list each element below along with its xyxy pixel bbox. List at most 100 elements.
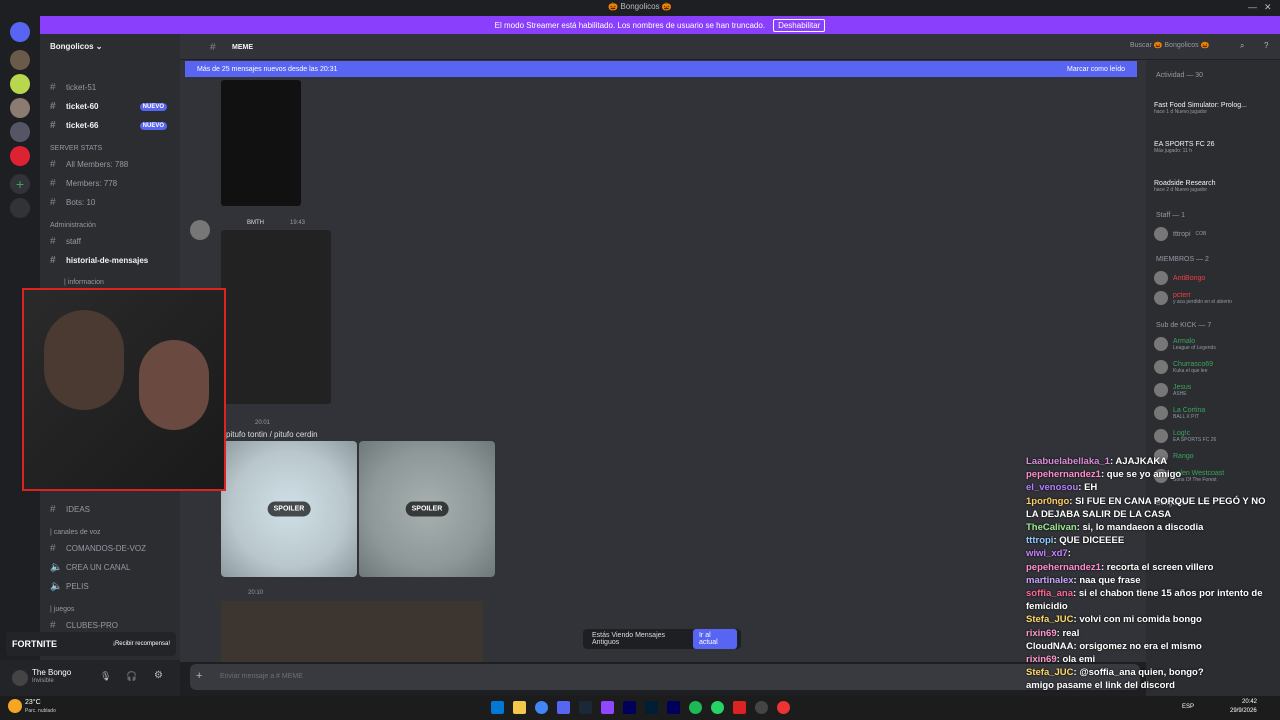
premiere-icon[interactable] — [623, 701, 636, 714]
chat-username: martinalex — [1026, 574, 1074, 586]
close-icon[interactable]: ✕ — [1264, 2, 1272, 13]
hash-icon: # — [210, 42, 216, 53]
add-server-icon[interactable]: + — [10, 174, 30, 194]
message-composer[interactable]: + Enviar mensaje a # MEME — [190, 664, 1140, 690]
app-icon[interactable] — [601, 701, 614, 714]
jump-present-button[interactable]: Ir al actual — [692, 629, 737, 649]
gear-icon[interactable]: ⚙ — [154, 670, 163, 681]
add-attachment-icon[interactable]: + — [196, 670, 202, 682]
channel-ticket-60[interactable]: # ticket-60 NUEVO — [50, 101, 175, 112]
streamer-banner-text: El modo Streamer está habilitado. Los no… — [494, 20, 766, 30]
chrome-icon[interactable] — [535, 701, 548, 714]
server-icon[interactable] — [10, 50, 30, 70]
voice-crea-canal[interactable]: 🔈 CREA UN CANAL — [50, 562, 175, 573]
stream-chat-line: CloudNAA: orsigomez no era el mismo — [1026, 640, 1202, 652]
member-item[interactable]: Armalo League of Legends — [1154, 334, 1278, 354]
stat-bots[interactable]: # Bots: 10 — [50, 197, 175, 208]
message-image[interactable] — [221, 230, 331, 404]
member-item[interactable]: tttropi COB — [1154, 224, 1278, 244]
speaker-icon: 🔈 — [50, 562, 63, 573]
app-icon[interactable] — [733, 701, 746, 714]
claim-reward-button[interactable]: ¡Recibir recompensa! — [113, 641, 170, 647]
file-explorer-icon[interactable] — [513, 701, 526, 714]
spoiler-image[interactable]: SPOILER — [221, 441, 357, 577]
minimize-icon[interactable]: — — [1248, 2, 1257, 12]
stream-chat-line: el_venosou: EH — [1026, 482, 1098, 494]
photoshop-icon[interactable] — [645, 701, 658, 714]
activity-item[interactable]: EA SPORTS FC 26 Más jugado: 11 h — [1154, 141, 1215, 154]
stat-members[interactable]: # Members: 778 — [50, 178, 175, 189]
avatar — [1154, 291, 1168, 305]
channel-ticket-51[interactable]: # ticket-51 — [50, 82, 175, 93]
activity-item[interactable]: Roadside Research hace 2 d Nuevo jugador — [1154, 180, 1215, 193]
home-icon[interactable] — [10, 22, 30, 42]
activity-card[interactable]: FORTNITE ¡Recibir recompensa! — [6, 632, 176, 656]
headphones-icon[interactable]: 🎧 — [126, 671, 137, 682]
channel-comandos[interactable]: # COMANDOS-DE-VOZ — [50, 543, 175, 554]
discord-icon[interactable] — [557, 701, 570, 714]
microphone-icon[interactable]: 🎙 — [100, 671, 111, 682]
message-list: BMTH 19:43 20:01 pitufo tontin / pitufo … — [180, 60, 1146, 662]
whatsapp-icon[interactable] — [711, 701, 724, 714]
avatar[interactable] — [12, 670, 28, 686]
activity-item[interactable]: Fast Food Simulator: Prolog... hace 1 d N… — [1154, 102, 1247, 115]
steam-icon[interactable] — [579, 701, 592, 714]
server-icon[interactable] — [10, 146, 30, 166]
obs-icon[interactable] — [777, 701, 790, 714]
member-item[interactable]: pcterr y aca perdido en el abierto — [1154, 288, 1278, 308]
member-item[interactable]: La Cortina BALL X PIT — [1154, 403, 1278, 423]
voice-pelis[interactable]: 🔈 PELIS — [50, 581, 175, 592]
help-icon[interactable]: ? — [1264, 41, 1268, 50]
search-icon[interactable]: ⌕ — [1240, 41, 1244, 51]
stream-chat-line: pepehernandez1: recorta el screen viller… — [1026, 561, 1214, 573]
after-effects-icon[interactable] — [667, 701, 680, 714]
channel-name: MEME — [232, 44, 253, 51]
disable-streamer-button[interactable]: Deshabilitar — [773, 18, 826, 32]
server-icon[interactable] — [10, 98, 30, 118]
message-image[interactable] — [221, 80, 301, 206]
avatar[interactable] — [190, 220, 210, 240]
chat-message: EH — [1084, 482, 1098, 494]
language-indicator[interactable]: ESP — [1182, 704, 1194, 710]
stat-all-members[interactable]: # All Members: 788 — [50, 159, 175, 170]
channel-staff[interactable]: # staff — [50, 236, 175, 247]
channel-ideas[interactable]: # IDEAS — [50, 504, 175, 515]
clock-time[interactable]: 20:42 — [1242, 699, 1257, 705]
windows-start-icon[interactable] — [491, 701, 504, 714]
avatar — [1154, 383, 1168, 397]
composer-placeholder: Enviar mensaje a # MEME — [220, 673, 303, 680]
member-item[interactable]: Churrasco69 Kuka el que lee — [1154, 357, 1278, 377]
category-admin[interactable]: Administración — [50, 222, 96, 229]
mark-read-button[interactable]: Marcar como leído — [1067, 66, 1125, 73]
channel-historial[interactable]: # historial-de-mensajes — [50, 255, 175, 266]
chat-message: ola emi — [1062, 654, 1096, 666]
hash-icon: # — [50, 197, 56, 208]
spoiler-image[interactable]: SPOILER — [359, 441, 495, 577]
avatar — [1154, 429, 1168, 443]
chat-username: pepehernandez1 — [1026, 469, 1101, 481]
category-informacion[interactable]: | informacion — [64, 279, 104, 286]
stream-chat-overlay: Laabuelabellaka_1: AJAJKAKA pepehernandez… — [1026, 455, 1280, 720]
app-icon[interactable] — [755, 701, 768, 714]
category-juegos[interactable]: | juegos — [50, 606, 74, 613]
server-icon[interactable] — [10, 122, 30, 142]
clock-date[interactable]: 29/9/2026 — [1230, 708, 1257, 714]
category-server-stats[interactable]: SERVER STATS — [50, 145, 102, 152]
stream-chat-line: soffia_ana: si el chabon tiene 15 años p… — [1026, 588, 1263, 613]
chat-message: real — [1062, 627, 1080, 639]
member-item[interactable]: AntiBongo — [1154, 268, 1278, 288]
channel-ticket-66[interactable]: # ticket-66 NUEVO — [50, 120, 175, 131]
member-item[interactable]: Jesus ASHE — [1154, 380, 1278, 400]
category-voice[interactable]: | canales de voz — [50, 529, 100, 536]
stream-chat-line: martinalex: naa que frase — [1026, 574, 1141, 586]
search-input[interactable]: Buscar 🎃 Bongolicos 🎃 — [1130, 41, 1218, 54]
server-name[interactable]: Bongolicos ⌄ — [50, 42, 103, 51]
server-icon[interactable] — [10, 74, 30, 94]
new-messages-bar[interactable]: Más de 25 mensajes nuevos desde las 20:3… — [185, 61, 1137, 77]
channel-clubes[interactable]: # CLUBES-PRO — [50, 620, 175, 631]
message-time: 20:10 — [248, 590, 264, 596]
spotify-icon[interactable] — [689, 701, 702, 714]
member-item[interactable]: Log!c EA SPORTS FC 26 — [1154, 426, 1278, 446]
discover-icon[interactable] — [10, 198, 30, 218]
message-image[interactable] — [221, 601, 483, 662]
